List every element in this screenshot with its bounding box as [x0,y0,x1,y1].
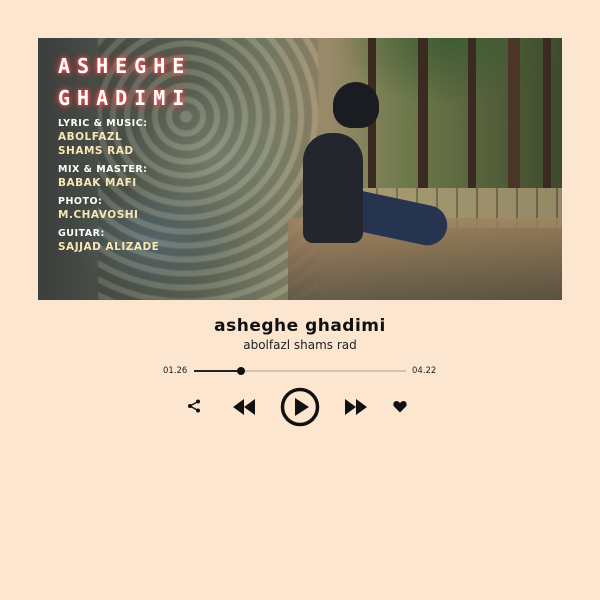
credit-value-lyric-music-2: SHAMS RAD [58,145,134,157]
cover-person-body [303,133,363,243]
cover-tree [468,38,476,188]
credit-value-lyric-music-1: ABOLFAZL [58,131,123,143]
play-button[interactable] [280,387,320,427]
credit-label-lyric-music: LYRIC & MUSIC: [58,118,148,129]
progress-knob[interactable] [236,367,245,375]
cover-text-block: ASHEGHE GHADIMI LYRIC & MUSIC: ABOLFAZL … [58,54,191,254]
credit-value-photo: M.CHAVOSHI [58,209,139,221]
credit-label-guitar: GUITAR: [58,228,105,239]
share-icon [188,399,200,413]
cover-person-head [333,82,379,128]
next-icon [345,399,367,415]
credit-label-mix-master: MIX & MASTER: [58,164,148,175]
cover-tree [543,38,551,188]
credit-value-mix-master: BABAK MAFI [58,177,137,189]
progress-bar[interactable] [194,367,406,375]
credit-label-photo: PHOTO: [58,196,103,207]
progress-fill [194,370,241,372]
next-button[interactable] [342,397,370,417]
heart-icon [393,400,407,412]
current-time: 01.26 [163,366,188,376]
track-artist: abolfazl shams rad [243,338,357,352]
favorite-button[interactable] [391,397,409,415]
cover-tree [418,38,428,188]
credit-value-guitar: SAJJAD ALIZADE [58,241,160,253]
previous-button[interactable] [230,397,258,417]
previous-icon [233,399,255,415]
track-title: asheghe ghadimi [214,316,386,336]
cover-title-line-1: ASHEGHE [58,54,192,78]
cover-title-line-2: GHADIMI [58,86,192,110]
play-icon [280,387,320,427]
album-cover: ASHEGHE GHADIMI LYRIC & MUSIC: ABOLFAZL … [38,38,562,300]
cover-tree [508,38,520,188]
total-time: 04.22 [412,366,437,376]
share-button[interactable] [185,397,203,415]
